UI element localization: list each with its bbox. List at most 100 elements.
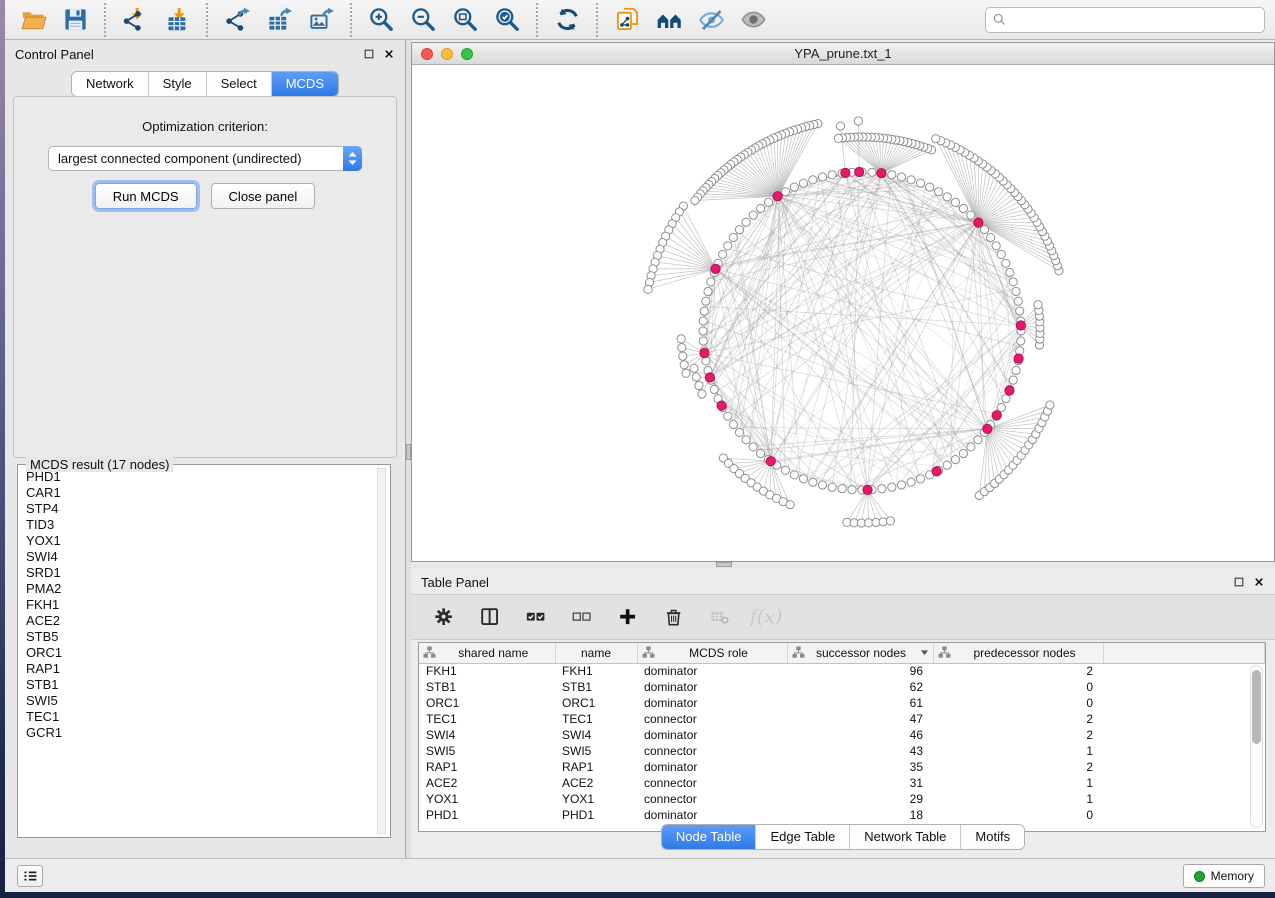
splitter-handle[interactable] bbox=[716, 562, 732, 567]
deselect-all-rows-button[interactable] bbox=[569, 604, 595, 630]
cell-successor-nodes: 61 bbox=[787, 695, 933, 711]
mcds-result-node[interactable]: STB1 bbox=[22, 677, 374, 693]
table-row[interactable]: ORC1ORC1dominator610 bbox=[419, 695, 1265, 711]
export-network-button[interactable] bbox=[219, 3, 255, 37]
column-header-name[interactable]: name bbox=[555, 643, 637, 663]
export-table-button[interactable] bbox=[261, 3, 297, 37]
open-file-button[interactable] bbox=[15, 3, 51, 37]
mcds-result-node[interactable]: SRD1 bbox=[22, 565, 374, 581]
zoom-selected-button[interactable] bbox=[489, 3, 525, 37]
table-scrollbar[interactable] bbox=[1250, 665, 1263, 828]
hide-selected-button[interactable] bbox=[693, 3, 729, 37]
search-box[interactable] bbox=[985, 7, 1265, 33]
split-table-button[interactable] bbox=[477, 604, 503, 630]
table-row[interactable]: PHD1PHD1dominator180 bbox=[419, 807, 1265, 823]
tab-mcds[interactable]: MCDS bbox=[271, 72, 338, 96]
table-tab-edge-table[interactable]: Edge Table bbox=[755, 825, 849, 849]
mcds-result-node[interactable]: SWI4 bbox=[22, 549, 374, 565]
mcds-result-node[interactable]: TEC1 bbox=[22, 709, 374, 725]
mcds-result-node[interactable]: ORC1 bbox=[22, 645, 374, 661]
graph-mcds-node bbox=[863, 485, 872, 494]
first-neighbors-button[interactable] bbox=[651, 3, 687, 37]
graph-node bbox=[1006, 268, 1014, 276]
select-all-rows-button[interactable] bbox=[523, 604, 549, 630]
mcds-result-node[interactable]: TID3 bbox=[22, 517, 374, 533]
memory-button[interactable]: Memory bbox=[1183, 864, 1265, 888]
mcds-result-node[interactable]: SWI5 bbox=[22, 693, 374, 709]
mcds-result-node[interactable]: PMA2 bbox=[22, 581, 374, 597]
table-tab-node-table[interactable]: Node Table bbox=[662, 825, 756, 849]
open-folder-icon bbox=[20, 6, 47, 33]
add-column-button[interactable] bbox=[615, 604, 641, 630]
column-header-shared-name[interactable]: shared name bbox=[419, 643, 555, 663]
network-from-selection-button[interactable] bbox=[609, 3, 645, 37]
table-row[interactable]: STB1STB1dominator620 bbox=[419, 679, 1265, 695]
table-row[interactable]: YOX1YOX1connector291 bbox=[419, 791, 1265, 807]
memory-status-icon bbox=[1194, 871, 1205, 882]
close-panel-icon[interactable] bbox=[383, 48, 395, 60]
network-titlebar[interactable]: YPA_prune.txt_1 bbox=[412, 43, 1274, 65]
table-row[interactable]: RAP1RAP1dominator352 bbox=[419, 759, 1265, 775]
mcds-result-node[interactable]: RAP1 bbox=[22, 661, 374, 677]
result-scrollbar[interactable] bbox=[377, 468, 386, 834]
table-row[interactable]: SWI4SWI4dominator462 bbox=[419, 727, 1265, 743]
table-row[interactable]: TEC1TEC1connector472 bbox=[419, 711, 1265, 727]
mcds-result-node[interactable]: STP4 bbox=[22, 501, 374, 517]
export-image-button[interactable] bbox=[303, 3, 339, 37]
mcds-result-node[interactable]: STB5 bbox=[22, 629, 374, 645]
mcds-result-node[interactable]: CAR1 bbox=[22, 485, 374, 501]
zoom-in-button[interactable] bbox=[363, 3, 399, 37]
float-panel-icon[interactable] bbox=[363, 48, 375, 60]
save-session-button[interactable] bbox=[57, 3, 93, 37]
search-input[interactable] bbox=[1011, 12, 1258, 27]
fx-icon: f(x) bbox=[750, 606, 783, 628]
column-header-successor-nodes[interactable]: successor nodes bbox=[787, 643, 933, 663]
cell-successor-nodes: 29 bbox=[787, 791, 933, 807]
column-header-predecessor-nodes[interactable]: predecessor nodes bbox=[933, 643, 1103, 663]
mcds-result-node[interactable]: PHD1 bbox=[22, 469, 374, 485]
table-tab-motifs[interactable]: Motifs bbox=[960, 825, 1024, 849]
graph-node bbox=[764, 198, 772, 206]
mcds-result-node[interactable]: ACE2 bbox=[22, 613, 374, 629]
graph-node bbox=[729, 233, 737, 241]
mcds-result-node[interactable]: YOX1 bbox=[22, 533, 374, 549]
list-icon bbox=[22, 868, 38, 884]
workspace: Control Panel NetworkStyleSelectMCDS Opt… bbox=[5, 40, 1275, 858]
import-table-button[interactable] bbox=[159, 3, 195, 37]
table-row[interactable]: SWI5SWI5connector431 bbox=[419, 743, 1265, 759]
table-row[interactable]: ACE2ACE2connector311 bbox=[419, 775, 1265, 791]
close-panel-button[interactable]: Close panel bbox=[211, 183, 316, 209]
graph-node bbox=[818, 173, 826, 181]
plus-icon bbox=[618, 607, 639, 628]
show-all-button[interactable] bbox=[735, 3, 771, 37]
main-toolbar bbox=[5, 0, 1275, 40]
graph-node bbox=[809, 176, 817, 184]
table-row[interactable]: FKH1FKH1dominator962 bbox=[419, 663, 1265, 679]
zoom-out-button[interactable] bbox=[405, 3, 441, 37]
tab-style[interactable]: Style bbox=[148, 72, 206, 96]
table-tab-network-table[interactable]: Network Table bbox=[849, 825, 960, 849]
scrollbar-thumb[interactable] bbox=[1252, 670, 1261, 744]
mcds-result-group: MCDS result (17 nodes) PHD1CAR1STP4TID3Y… bbox=[17, 464, 391, 838]
import-network-button[interactable] bbox=[117, 3, 153, 37]
float-panel-icon[interactable] bbox=[1233, 576, 1245, 588]
network-window: YPA_prune.txt_1 bbox=[411, 42, 1275, 562]
close-panel-icon[interactable] bbox=[1253, 576, 1265, 588]
optimization-criterion-select[interactable]: largest connected component (undirected) bbox=[48, 146, 362, 171]
mcds-result-node[interactable]: FKH1 bbox=[22, 597, 374, 613]
network-canvas[interactable] bbox=[412, 65, 1274, 561]
cell-name: TEC1 bbox=[555, 711, 637, 727]
apply-layout-button[interactable] bbox=[549, 3, 585, 37]
tab-network[interactable]: Network bbox=[72, 72, 148, 96]
zoom-fit-button[interactable] bbox=[447, 3, 483, 37]
cell-MCDS-role: dominator bbox=[637, 807, 787, 823]
task-history-button[interactable] bbox=[17, 865, 43, 887]
control-panel-title: Control Panel bbox=[15, 47, 363, 62]
tab-select[interactable]: Select bbox=[206, 72, 271, 96]
graph-node bbox=[1012, 366, 1020, 374]
run-mcds-button[interactable]: Run MCDS bbox=[95, 183, 197, 209]
table-settings-button[interactable] bbox=[431, 604, 457, 630]
delete-column-button[interactable] bbox=[661, 604, 687, 630]
mcds-result-node[interactable]: GCR1 bbox=[22, 725, 374, 741]
column-header-MCDS-role[interactable]: MCDS role bbox=[637, 643, 787, 663]
